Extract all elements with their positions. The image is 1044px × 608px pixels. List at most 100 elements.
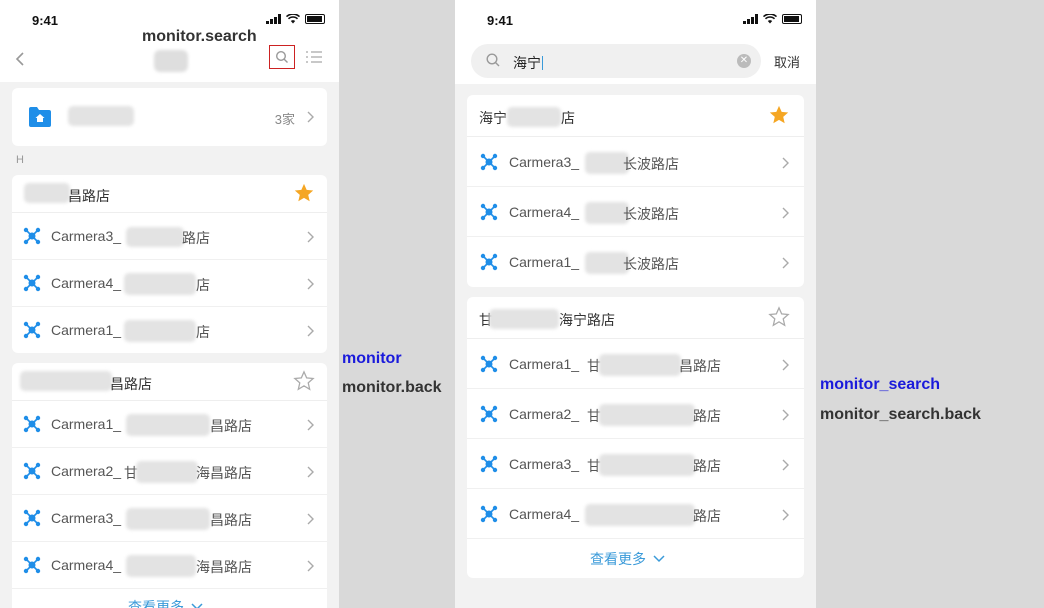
status-time: 9:41 [487,13,514,28]
camera-name-suffix: 路店 [182,230,210,246]
camera-node-icon [23,274,41,292]
camera-row[interactable]: Carmera3_ 甘 路店 [467,439,804,489]
store-name-redacted [24,183,70,203]
camera-name-redacted [599,354,681,376]
camera-name-redacted [126,227,184,247]
camera-row[interactable]: Carmera4_ 路店 [467,489,804,539]
camera-name-redacted [126,508,210,530]
camera-row[interactable]: Carmera1_ 店 [12,307,327,353]
camera-name-suffix: 路店 [693,458,721,474]
see-more-label: 查看更多 [590,551,646,567]
camera-node-icon [23,462,41,480]
wifi-icon [286,14,300,24]
search-query-text: 海宁 [513,55,541,71]
camera-name-redacted [599,404,695,426]
monitor-search-screen: 9:41 海宁 ✕ 取消 海宁 店 Carmera3_ 长波路店 Carmera… [455,0,816,608]
camera-name-redacted [599,454,695,476]
camera-row[interactable]: Carmera2_ 甘 路店 [467,389,804,439]
list-icon[interactable] [304,48,324,66]
camera-row[interactable]: Carmera3_ 长波路店 [467,137,804,187]
text-caret [542,56,543,70]
see-more-link[interactable]: 查看更多 [590,549,666,569]
camera-row[interactable]: Carmera3_ 昌路店 [12,495,327,542]
see-more-link[interactable]: 查看更多 [128,597,204,608]
camera-name-suffix: 长波路店 [623,156,679,172]
camera-row[interactable]: Carmera4_ 海昌路店 [12,542,327,589]
chevron-right-icon [782,409,789,421]
store-group-header[interactable]: 海宁 店 [467,95,804,137]
annotation-left-screen: monitor [342,350,402,367]
camera-name-suffix: 长波路店 [623,206,679,222]
star-icon[interactable] [768,104,790,126]
camera-row[interactable]: Carmera3_ 路店 [12,213,327,260]
camera-node-icon [23,415,41,433]
store-name-redacted [489,309,559,329]
star-icon[interactable] [293,370,315,392]
camera-node-icon [480,203,498,221]
search-button[interactable] [269,45,295,69]
store-group-header[interactable]: 昌路店 [12,175,327,213]
store-name-redacted [20,371,112,391]
status-time: 9:41 [32,13,59,28]
search-icon [486,53,500,67]
camera-node-icon [23,556,41,574]
camera-name: Carmera1_ [51,416,122,432]
battery-icon [782,14,802,24]
chevron-right-icon [307,278,314,290]
monitor-screen: 9:41 3家 H 昌路店 Carmera3_ 路店 Carmera4_ 店 C… [0,0,339,608]
folder-home-icon [29,107,51,127]
chevron-right-icon [307,325,314,337]
chevron-down-icon [653,555,665,563]
store-summary-card[interactable]: 3家 [12,88,327,146]
camera-node-icon [480,153,498,171]
camera-node-icon [480,455,498,473]
camera-node-icon [480,405,498,423]
camera-row[interactable]: Carmera4_ 店 [12,260,327,307]
camera-row[interactable]: Carmera1_ 长波路店 [467,237,804,287]
camera-row[interactable]: Carmera1_ 昌路店 [12,401,327,448]
camera-name-suffix: 路店 [693,408,721,424]
camera-name-redacted [126,555,196,577]
back-arrow-icon[interactable] [12,49,28,69]
camera-row[interactable]: Carmera1_ 甘 昌路店 [467,339,804,389]
status-bar: 9:41 [455,0,816,40]
camera-node-icon [480,355,498,373]
nav-bar [0,40,339,82]
camera-name-suffix: 昌路店 [679,358,721,374]
store-group-title: 昌路店 [110,376,152,392]
camera-row[interactable]: Carmera2_ 甘 海昌路店 [12,448,327,495]
camera-name-suffix: 路店 [693,508,721,524]
store-group-title-suffix: 海宁路店 [559,312,615,328]
annotation-search-label: monitor.search [142,28,257,45]
store-group-title-prefix: 海宁 [479,110,507,126]
camera-name-suffix: 长波路店 [623,256,679,272]
annotation-left-back: monitor.back [342,379,442,396]
camera-name: Carmera4_ [509,204,580,220]
store-group: 昌路店 Carmera1_ 昌路店 Carmera2_ 甘 海昌路店 Carme… [12,363,327,608]
chevron-right-icon [307,560,314,572]
chevron-right-icon [782,157,789,169]
star-icon[interactable] [768,306,790,328]
camera-node-icon [23,227,41,245]
store-group-header[interactable]: 昌路店 [12,363,327,401]
cancel-button[interactable]: 取消 [774,52,800,71]
camera-name: Carmera4_ [509,506,580,522]
chevron-right-icon [307,231,314,243]
camera-name-redacted [126,414,210,436]
camera-name: Carmera2_ [51,463,122,479]
camera-name: Carmera3_ [51,510,122,526]
search-input[interactable]: 海宁 ✕ [471,44,761,78]
star-icon[interactable] [293,182,315,204]
store-group-header[interactable]: 甘 海宁路店 [467,297,804,339]
page-title-redacted [154,50,188,72]
status-icons [743,14,802,24]
camera-name: Carmera1_ [509,356,580,372]
camera-name-redacted [124,273,196,295]
store-count: 3家 [274,112,295,127]
signal-icon [266,14,281,24]
camera-node-icon [23,509,41,527]
clear-icon[interactable]: ✕ [737,54,751,68]
status-icons [266,14,325,24]
camera-row[interactable]: Carmera4_ 长波路店 [467,187,804,237]
see-more-label: 查看更多 [128,599,184,608]
